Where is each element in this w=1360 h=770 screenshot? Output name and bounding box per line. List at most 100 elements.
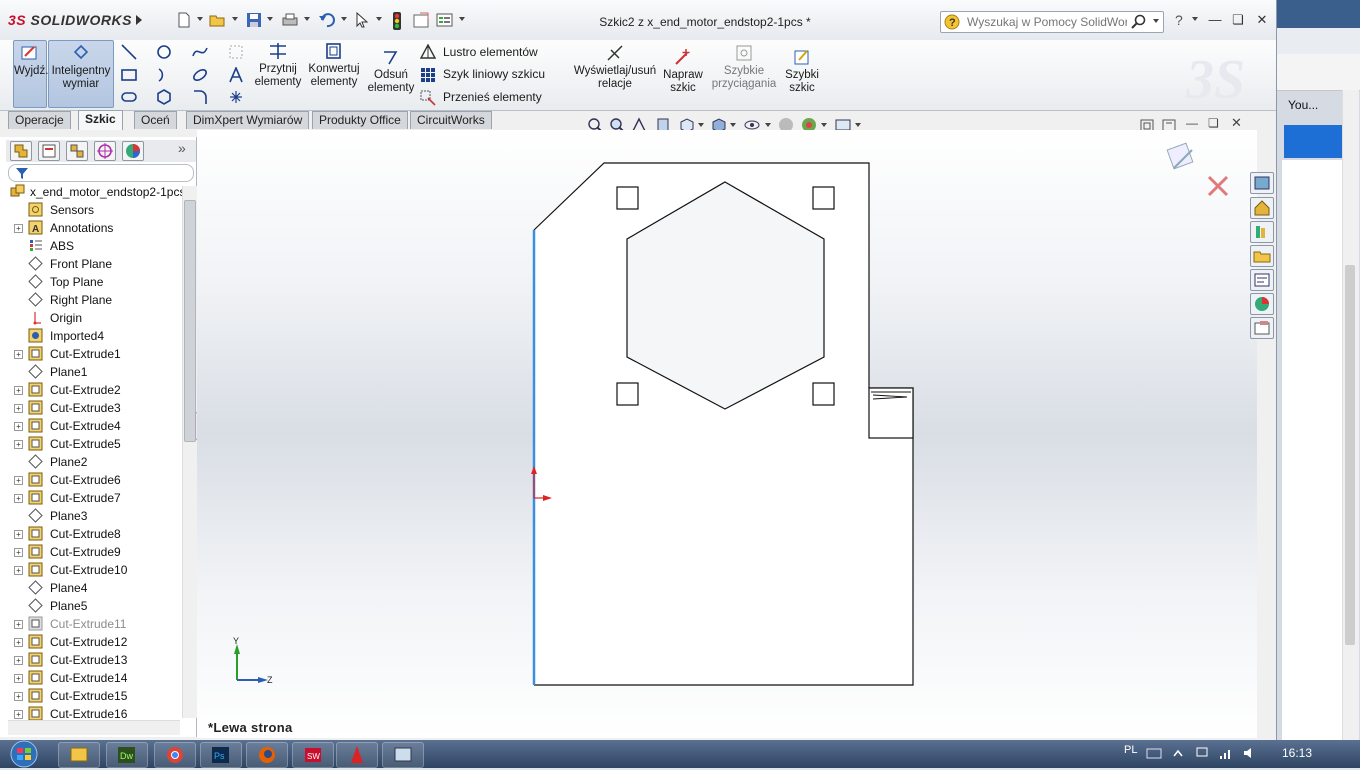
tab-szkic[interactable]: Szkic <box>78 110 123 130</box>
language-indicator[interactable]: PL <box>1124 744 1137 756</box>
slot-tool-icon[interactable] <box>121 89 137 105</box>
display-relations-button[interactable]: Wyświetlaj/usuń relacje <box>572 44 658 106</box>
print-dropdown-icon[interactable] <box>304 17 310 21</box>
select-arrow-icon[interactable] <box>355 12 369 28</box>
expand-panel-chevron-icon[interactable]: » <box>178 140 186 156</box>
mirror-entities-button[interactable]: Lustro elementów <box>420 44 560 62</box>
minimize-button[interactable]: — <box>1206 12 1224 28</box>
taskpane-home-button[interactable] <box>1250 197 1274 219</box>
doc-restore-button[interactable]: ❏ <box>1208 116 1219 130</box>
linear-pattern-button[interactable]: Szyk liniowy szkicu <box>420 66 565 84</box>
expand-toggle-icon[interactable]: + <box>14 566 23 575</box>
expand-toggle-icon[interactable]: + <box>14 440 23 449</box>
feature-manager-tab[interactable] <box>10 141 32 161</box>
point-tool-icon[interactable] <box>228 89 244 105</box>
new-document-icon[interactable] <box>176 12 192 28</box>
exit-sketch-corner-icon[interactable] <box>1164 140 1200 176</box>
taskbar-clock[interactable]: 16:13 <box>1282 746 1312 760</box>
expand-toggle-icon[interactable]: + <box>14 350 23 359</box>
doc-close-button[interactable]: ✕ <box>1231 115 1242 131</box>
windows-start-button[interactable] <box>4 740 44 768</box>
smart-dimension-button[interactable]: Inteligentny wymiar <box>48 40 114 108</box>
expand-toggle-icon[interactable]: + <box>14 656 23 665</box>
trim-entities-button[interactable]: Przytnij elementy <box>254 42 302 106</box>
browser-tab-text[interactable]: You... <box>1288 98 1318 112</box>
dimxpert-manager-tab[interactable] <box>94 141 116 161</box>
help-search-box[interactable]: ? <box>940 11 1164 33</box>
display-manager-tab[interactable] <box>122 141 144 161</box>
tab-produkty-office[interactable]: Produkty Office <box>312 111 408 129</box>
network-icon[interactable] <box>1194 745 1210 761</box>
offset-entities-button[interactable]: Odsuń elementy <box>366 48 416 106</box>
property-manager-tab[interactable] <box>38 141 60 161</box>
sketch-canvas[interactable]: Y Z <box>197 130 1257 738</box>
signal-icon[interactable] <box>1218 745 1234 761</box>
fillet-tool-icon[interactable] <box>192 89 208 105</box>
file-properties-icon[interactable] <box>412 12 430 28</box>
taskbar-explorer[interactable] <box>58 742 100 768</box>
spline-tool-icon[interactable] <box>192 44 208 60</box>
taskbar-app-red[interactable] <box>336 742 378 768</box>
polygon-tool-icon[interactable] <box>156 89 172 105</box>
help-dropdown-icon[interactable] <box>1192 17 1198 21</box>
expand-toggle-icon[interactable]: + <box>14 476 23 485</box>
tab-operacje[interactable]: Operacje <box>8 111 71 129</box>
exit-sketch-button[interactable]: Wyjdź... <box>13 40 55 108</box>
discard-sketch-icon[interactable] <box>1206 174 1230 198</box>
new-dropdown-icon[interactable] <box>197 17 203 21</box>
expand-toggle-icon[interactable]: + <box>14 638 23 647</box>
ellipse-tool-icon[interactable] <box>192 67 208 83</box>
taskpane-resources-button[interactable] <box>1250 172 1274 194</box>
show-hidden-icons[interactable] <box>1172 746 1184 760</box>
tab-circuitworks[interactable]: CircuitWorks <box>410 111 492 129</box>
taskbar-firefox[interactable] <box>246 742 288 768</box>
undo-dropdown-icon[interactable] <box>341 17 347 21</box>
expand-toggle-icon[interactable]: + <box>14 494 23 503</box>
expand-toggle-icon[interactable]: + <box>14 620 23 629</box>
taskpane-custom-properties-button[interactable] <box>1250 317 1274 339</box>
save-dropdown-icon[interactable] <box>267 17 273 21</box>
options-dropdown-icon[interactable] <box>459 17 465 21</box>
expand-toggle-icon[interactable]: + <box>14 674 23 683</box>
help-search-input[interactable] <box>965 14 1129 30</box>
taskpane-library-button[interactable] <box>1250 221 1274 243</box>
open-dropdown-icon[interactable] <box>232 17 238 21</box>
expand-toggle-icon[interactable]: + <box>14 224 23 233</box>
save-icon[interactable] <box>246 12 262 28</box>
search-dropdown-icon[interactable] <box>1153 19 1159 23</box>
convert-entities-button[interactable]: Konwertuj elementy <box>306 42 362 106</box>
expand-toggle-icon[interactable]: + <box>14 710 23 719</box>
browser-tabstrip[interactable] <box>1276 28 1360 55</box>
taskbar-dreamweaver[interactable]: Dw <box>106 742 148 768</box>
help-icon[interactable]: ? <box>1172 12 1188 28</box>
expand-toggle-icon[interactable]: + <box>14 530 23 539</box>
volume-icon[interactable] <box>1242 745 1258 761</box>
circle-tool-icon[interactable] <box>156 44 172 60</box>
scene-dropdown-icon[interactable] <box>821 123 827 127</box>
search-icon[interactable] <box>1131 14 1147 30</box>
print-icon[interactable] <box>281 12 299 28</box>
keyboard-icon[interactable] <box>1146 746 1162 760</box>
taskbar-solidworks[interactable]: SW <box>292 742 334 768</box>
line-tool-icon[interactable] <box>121 44 137 60</box>
maximize-button[interactable]: ❏ <box>1229 12 1247 28</box>
expand-toggle-icon[interactable]: + <box>14 422 23 431</box>
view-orientation-dropdown-icon[interactable] <box>698 123 704 127</box>
expand-toggle-icon[interactable]: + <box>14 386 23 395</box>
rebuild-icon[interactable] <box>392 12 402 30</box>
taskbar-window[interactable] <box>382 742 424 768</box>
taskbar-photoshop[interactable]: Ps <box>200 742 242 768</box>
menu-expand-icon[interactable] <box>136 15 142 25</box>
rectangle-tool-icon[interactable] <box>121 67 137 83</box>
undo-icon[interactable] <box>318 12 336 28</box>
expand-toggle-icon[interactable]: + <box>14 548 23 557</box>
tab-ocen[interactable]: Oceń <box>134 111 177 129</box>
expand-toggle-icon[interactable]: + <box>14 692 23 701</box>
taskpane-search-button[interactable] <box>1250 269 1274 291</box>
tree-filter-box[interactable] <box>8 164 194 182</box>
plane-sketch-icon[interactable] <box>228 44 244 60</box>
quick-snaps-button[interactable]: Szybkie przyciągania <box>710 44 778 106</box>
arc-tool-icon[interactable] <box>156 67 172 83</box>
taskbar-chrome[interactable] <box>154 742 196 768</box>
taskpane-file-explorer-button[interactable] <box>1250 245 1274 267</box>
